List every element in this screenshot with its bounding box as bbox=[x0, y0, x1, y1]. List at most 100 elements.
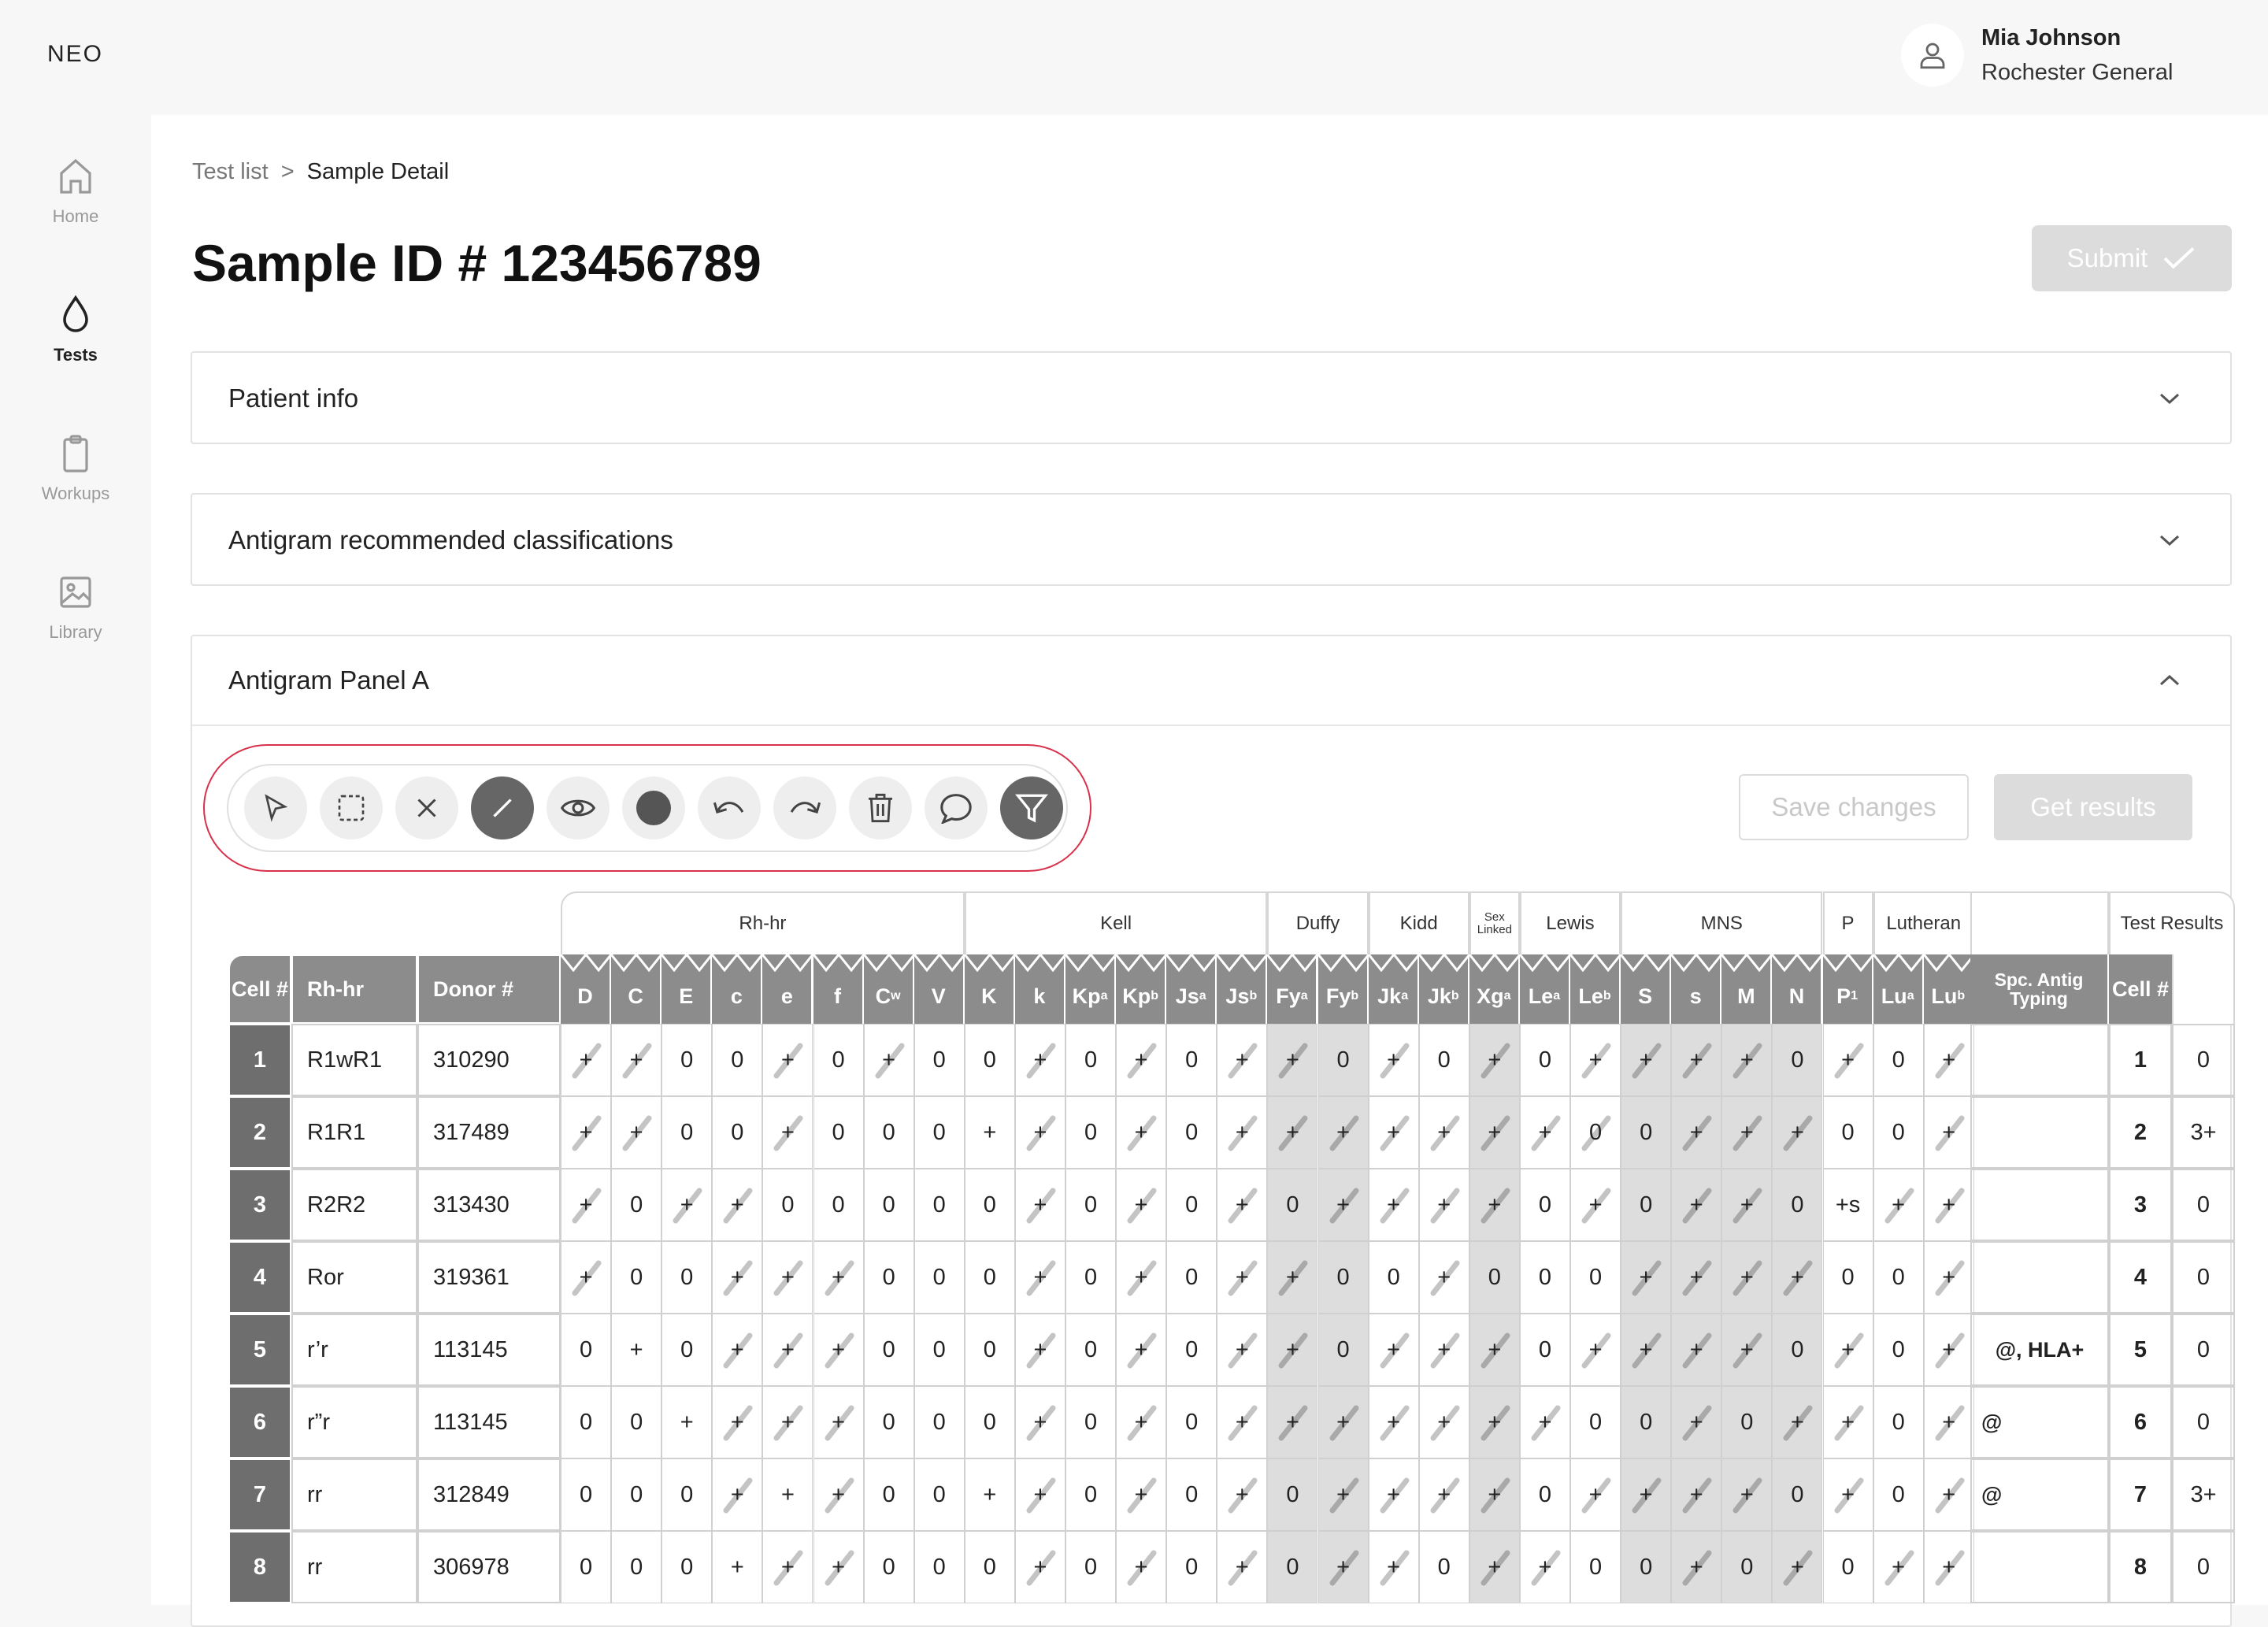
antigen-reaction-cell[interactable]: + bbox=[762, 1024, 813, 1096]
antigen-reaction-cell[interactable]: 0 bbox=[1570, 1531, 1621, 1603]
antigen-reaction-cell[interactable]: + bbox=[1721, 1241, 1773, 1314]
antigen-reaction-cell[interactable]: 0 bbox=[964, 1169, 1015, 1241]
antigen-reaction-cell[interactable]: + bbox=[1469, 1169, 1520, 1241]
antigen-reaction-cell[interactable]: 0 bbox=[914, 1169, 965, 1241]
antigen-reaction-cell[interactable]: + bbox=[1116, 1314, 1167, 1386]
chevron-down-icon[interactable] bbox=[2158, 391, 2181, 406]
antigen-reaction-cell[interactable]: + bbox=[1267, 1096, 1318, 1169]
antigen-reaction-cell[interactable]: 0 bbox=[1519, 1458, 1570, 1531]
antigen-reaction-cell[interactable]: + bbox=[1923, 1024, 1974, 1096]
antigen-header[interactable]: Js b bbox=[1217, 954, 1268, 1024]
antigen-reaction-cell[interactable]: 0 bbox=[1065, 1169, 1117, 1241]
antigen-reaction-cell[interactable]: 0 bbox=[914, 1096, 965, 1169]
antigen-reaction-cell[interactable]: + bbox=[1014, 1458, 1065, 1531]
antigen-reaction-cell[interactable]: 0 bbox=[1065, 1458, 1117, 1531]
antigen-reaction-cell[interactable]: 0 bbox=[1873, 1096, 1924, 1169]
antigen-reaction-cell[interactable]: 0 bbox=[1873, 1314, 1924, 1386]
antigen-reaction-cell[interactable]: 0 bbox=[1418, 1531, 1469, 1603]
antigen-reaction-cell[interactable]: 0 bbox=[1166, 1169, 1217, 1241]
antigen-reaction-cell[interactable]: 0 bbox=[712, 1024, 763, 1096]
antigen-reaction-cell[interactable]: 0 bbox=[611, 1458, 662, 1531]
antigen-reaction-cell[interactable]: + bbox=[1671, 1314, 1722, 1386]
antigen-reaction-cell[interactable]: 0 bbox=[1721, 1531, 1773, 1603]
antigen-reaction-cell[interactable]: + bbox=[1317, 1458, 1369, 1531]
antigen-reaction-cell[interactable]: + bbox=[611, 1314, 662, 1386]
antigen-reaction-cell[interactable]: 0 bbox=[863, 1241, 914, 1314]
antigen-reaction-cell[interactable]: + bbox=[1116, 1531, 1167, 1603]
antigen-reaction-cell[interactable]: + bbox=[1671, 1241, 1722, 1314]
test-result-value[interactable]: 3+ bbox=[2172, 1096, 2235, 1169]
antigen-header[interactable]: Le a bbox=[1519, 954, 1570, 1024]
antigen-reaction-cell[interactable]: + bbox=[1469, 1458, 1520, 1531]
antigen-reaction-cell[interactable]: + bbox=[1772, 1386, 1823, 1458]
antigen-reaction-cell[interactable]: 0 bbox=[1065, 1024, 1117, 1096]
antigen-reaction-cell[interactable]: + bbox=[1822, 1458, 1873, 1531]
antigen-reaction-cell[interactable]: + bbox=[561, 1096, 612, 1169]
antigen-reaction-cell[interactable]: + bbox=[1822, 1386, 1873, 1458]
antigen-header[interactable]: S bbox=[1621, 954, 1672, 1024]
antigen-reaction-cell[interactable]: 0 bbox=[1621, 1096, 1672, 1169]
antigen-reaction-cell[interactable]: 0 bbox=[1721, 1386, 1773, 1458]
filter-button[interactable] bbox=[1000, 776, 1063, 839]
antigen-reaction-cell[interactable]: 0 bbox=[561, 1458, 612, 1531]
antigen-reaction-cell[interactable]: 0 bbox=[1570, 1241, 1621, 1314]
antigen-reaction-cell[interactable]: 0 bbox=[1267, 1458, 1318, 1531]
antigen-reaction-cell[interactable]: + bbox=[762, 1458, 813, 1531]
antigen-header[interactable]: Kp a bbox=[1065, 954, 1117, 1024]
antigen-reaction-cell[interactable]: + bbox=[1217, 1458, 1268, 1531]
antigen-header[interactable]: D bbox=[561, 954, 612, 1024]
antigen-reaction-cell[interactable]: 0 bbox=[813, 1024, 864, 1096]
antigen-reaction-cell[interactable]: + bbox=[1014, 1241, 1065, 1314]
antigen-reaction-cell[interactable]: 0 bbox=[964, 1531, 1015, 1603]
antigen-reaction-cell[interactable]: + bbox=[762, 1096, 813, 1169]
antigen-reaction-cell[interactable]: + bbox=[611, 1024, 662, 1096]
antigen-header[interactable]: Fy a bbox=[1267, 954, 1318, 1024]
antigen-reaction-cell[interactable]: + bbox=[1217, 1024, 1268, 1096]
antigen-reaction-cell[interactable]: 0 bbox=[662, 1531, 713, 1603]
antigen-reaction-cell[interactable]: + bbox=[964, 1458, 1015, 1531]
antigen-reaction-cell[interactable]: 0 bbox=[611, 1169, 662, 1241]
antigen-reaction-cell[interactable]: 0 bbox=[611, 1386, 662, 1458]
cell-number[interactable]: 6 bbox=[228, 1386, 291, 1458]
antigen-header[interactable]: N bbox=[1772, 954, 1823, 1024]
antigen-reaction-cell[interactable]: + bbox=[1368, 1169, 1419, 1241]
patient-info-section[interactable]: Patient info bbox=[191, 351, 2232, 444]
antigen-reaction-cell[interactable]: + bbox=[1317, 1169, 1369, 1241]
antigen-reaction-cell[interactable]: + bbox=[1671, 1096, 1722, 1169]
antigen-reaction-cell[interactable]: 0 bbox=[611, 1241, 662, 1314]
test-result-value[interactable]: 3+ bbox=[2172, 1458, 2235, 1531]
antigen-reaction-cell[interactable]: + bbox=[813, 1458, 864, 1531]
antigen-reaction-cell[interactable]: 0 bbox=[1317, 1024, 1369, 1096]
antigen-reaction-cell[interactable]: 0 bbox=[1166, 1096, 1217, 1169]
antigen-reaction-cell[interactable]: + bbox=[712, 1386, 763, 1458]
test-result-value[interactable]: 0 bbox=[2172, 1531, 2235, 1603]
antigen-reaction-cell[interactable]: 0 bbox=[1873, 1458, 1924, 1531]
antigen-reaction-cell[interactable]: + bbox=[611, 1096, 662, 1169]
undo-button[interactable] bbox=[698, 776, 761, 839]
antigen-reaction-cell[interactable]: + bbox=[1621, 1458, 1672, 1531]
antigen-reaction-cell[interactable]: 0 bbox=[914, 1531, 965, 1603]
antigen-reaction-cell[interactable]: + bbox=[964, 1096, 1015, 1169]
test-result-value[interactable]: 0 bbox=[2172, 1314, 2235, 1386]
antigen-reaction-cell[interactable]: 0 bbox=[762, 1169, 813, 1241]
antigen-reaction-cell[interactable]: + bbox=[1469, 1386, 1520, 1458]
antigen-reaction-cell[interactable]: + bbox=[1923, 1096, 1974, 1169]
antigen-reaction-cell[interactable]: + bbox=[1519, 1386, 1570, 1458]
antigen-reaction-cell[interactable]: 0 bbox=[611, 1531, 662, 1603]
antigen-reaction-cell[interactable]: + bbox=[712, 1314, 763, 1386]
antigen-reaction-cell[interactable]: 0 bbox=[1469, 1241, 1520, 1314]
antigen-reaction-cell[interactable]: + bbox=[813, 1314, 864, 1386]
antigen-reaction-cell[interactable]: 0 bbox=[662, 1241, 713, 1314]
antigen-reaction-cell[interactable]: + bbox=[1822, 1314, 1873, 1386]
antigen-reaction-cell[interactable]: 0 bbox=[1873, 1386, 1924, 1458]
antigen-reaction-cell[interactable]: + bbox=[1368, 1024, 1419, 1096]
antigen-reaction-cell[interactable]: 0 bbox=[561, 1386, 612, 1458]
breadcrumb-link-test-list[interactable]: Test list bbox=[192, 159, 269, 184]
antigen-reaction-cell[interactable]: + bbox=[1721, 1458, 1773, 1531]
antigen-reaction-cell[interactable]: 0 bbox=[1621, 1386, 1672, 1458]
antigen-reaction-cell[interactable]: + bbox=[1217, 1096, 1268, 1169]
antigen-reaction-cell[interactable]: +s bbox=[1822, 1169, 1873, 1241]
antigen-reaction-cell[interactable]: + bbox=[1368, 1458, 1419, 1531]
antigen-reaction-cell[interactable]: 0 bbox=[1267, 1169, 1318, 1241]
antigen-reaction-cell[interactable]: + bbox=[1772, 1531, 1823, 1603]
